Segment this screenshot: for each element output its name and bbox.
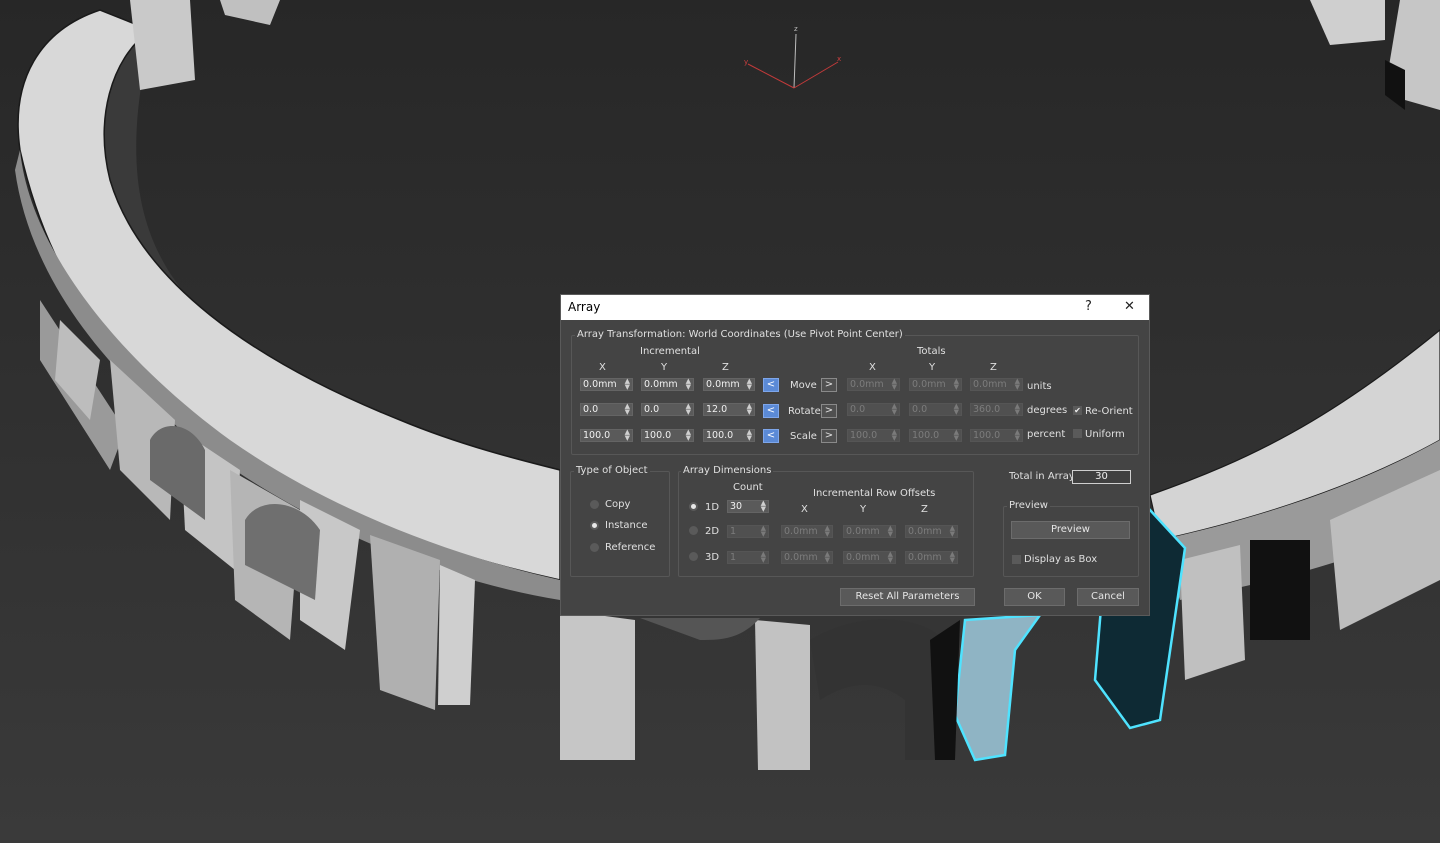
rotate-right-arrow-button[interactable]: > bbox=[821, 404, 837, 418]
rotate-tot-z: 360.0 ▲ ▼ bbox=[970, 403, 1023, 416]
preview-group-label: Preview bbox=[1007, 500, 1050, 511]
move-tot-y: 0.0mm ▲ ▼ bbox=[909, 378, 962, 391]
rotate-inc-y[interactable]: 0.0 ▲ ▼ bbox=[641, 403, 694, 416]
array-dimensions-label: Array Dimensions bbox=[681, 465, 774, 476]
instance-label: Instance bbox=[605, 520, 648, 531]
offset-2d-y: 0.0mm ▲ ▼ bbox=[843, 525, 896, 538]
reset-all-parameters-button[interactable]: Reset All Parameters bbox=[840, 588, 975, 606]
totals-label: Totals bbox=[917, 346, 946, 357]
tot-y-header: Y bbox=[929, 362, 936, 373]
count-2d-field: 1 ▲ ▼ bbox=[727, 525, 769, 538]
copy-radio[interactable] bbox=[590, 500, 599, 509]
scale-tot-x: 100.0 ▲ ▼ bbox=[847, 429, 900, 442]
inc-x-header: X bbox=[599, 362, 606, 373]
type-of-object-label: Type of Object bbox=[574, 465, 650, 476]
dialog-titlebar[interactable]: Array ? ✕ bbox=[561, 295, 1149, 320]
array-transformation-label: Array Transformation: World Coordinates … bbox=[575, 329, 905, 340]
offset-3d-y: 0.0mm ▲ ▼ bbox=[843, 551, 896, 564]
scale-inc-y[interactable]: 100.0 ▲ ▼ bbox=[641, 429, 694, 442]
move-inc-z[interactable]: 0.0mm ▲ ▼ bbox=[703, 378, 755, 391]
help-button[interactable]: ? bbox=[1085, 299, 1092, 314]
display-as-box-checkbox[interactable] bbox=[1012, 555, 1021, 564]
rotate-inc-z[interactable]: 12.0 ▲ ▼ bbox=[703, 403, 755, 416]
move-inc-y[interactable]: 0.0mm ▲ ▼ bbox=[641, 378, 694, 391]
axis-label-z: z bbox=[794, 25, 798, 33]
offset-y-header: Y bbox=[860, 504, 867, 515]
uniform-checkbox[interactable] bbox=[1073, 429, 1082, 438]
move-tot-x: 0.0mm ▲ ▼ bbox=[847, 378, 900, 391]
offset-z-header: Z bbox=[921, 504, 928, 515]
dim-3d-radio[interactable] bbox=[689, 552, 698, 561]
scale-unit-label: percent bbox=[1027, 429, 1066, 440]
move-left-arrow-button[interactable]: < bbox=[763, 378, 779, 392]
axis-label-y: y bbox=[744, 58, 748, 66]
offset-2d-x: 0.0mm ▲ ▼ bbox=[781, 525, 833, 538]
rotate-left-arrow-button[interactable]: < bbox=[763, 404, 779, 418]
dim-1d-radio[interactable] bbox=[689, 502, 698, 511]
count-3d-field: 1 ▲ ▼ bbox=[727, 551, 769, 564]
scale-label: Scale bbox=[790, 431, 817, 442]
offset-2d-z: 0.0mm ▲ ▼ bbox=[905, 525, 958, 538]
inc-y-header: Y bbox=[661, 362, 668, 373]
axis-label-x: x bbox=[837, 55, 841, 63]
close-icon[interactable]: ✕ bbox=[1124, 299, 1135, 314]
reorient-label: Re-Orient bbox=[1085, 406, 1133, 417]
total-in-array-field[interactable]: 30 bbox=[1072, 470, 1131, 484]
count-label: Count bbox=[733, 482, 763, 493]
incremental-label: Incremental bbox=[640, 346, 700, 357]
offset-3d-x: 0.0mm ▲ ▼ bbox=[781, 551, 833, 564]
move-inc-x[interactable]: 0.0mm ▲ ▼ bbox=[580, 378, 633, 391]
dim-2d-radio[interactable] bbox=[689, 526, 698, 535]
rotate-label: Rotate bbox=[788, 406, 821, 417]
dim-3d-label: 3D bbox=[705, 552, 720, 563]
tot-x-header: X bbox=[869, 362, 876, 373]
instance-radio[interactable] bbox=[590, 521, 599, 530]
display-as-box-label: Display as Box bbox=[1024, 554, 1098, 565]
reorient-checkbox[interactable]: ✔ bbox=[1073, 406, 1082, 415]
scale-inc-x[interactable]: 100.0 ▲ ▼ bbox=[580, 429, 633, 442]
offset-3d-z: 0.0mm ▲ ▼ bbox=[905, 551, 958, 564]
count-1d-field[interactable]: 30 ▲ ▼ bbox=[727, 500, 769, 513]
move-unit-label: units bbox=[1027, 381, 1052, 392]
dim-2d-label: 2D bbox=[705, 526, 720, 537]
move-tot-z: 0.0mm ▲ ▼ bbox=[970, 378, 1023, 391]
preview-group bbox=[1003, 506, 1139, 577]
incremental-row-offsets-label: Incremental Row Offsets bbox=[813, 488, 936, 499]
array-dialog: Array ? ✕ Array Transformation: World Co… bbox=[560, 294, 1150, 616]
scale-tot-y: 100.0 ▲ ▼ bbox=[909, 429, 962, 442]
rotate-tot-x: 0.0 ▲ ▼ bbox=[847, 403, 900, 416]
cancel-button[interactable]: Cancel bbox=[1077, 588, 1139, 606]
dim-1d-label: 1D bbox=[705, 502, 720, 513]
rotate-tot-y: 0.0 ▲ ▼ bbox=[909, 403, 962, 416]
dialog-title: Array bbox=[568, 300, 601, 314]
scale-left-arrow-button[interactable]: < bbox=[763, 429, 779, 443]
move-label: Move bbox=[790, 380, 817, 391]
copy-label: Copy bbox=[605, 499, 631, 510]
scale-right-arrow-button[interactable]: > bbox=[821, 429, 837, 443]
rotate-unit-label: degrees bbox=[1027, 405, 1068, 416]
inc-z-header: Z bbox=[722, 362, 729, 373]
scale-inc-z[interactable]: 100.0 ▲ ▼ bbox=[703, 429, 755, 442]
ok-button[interactable]: OK bbox=[1004, 588, 1065, 606]
scale-tot-z: 100.0 ▲ ▼ bbox=[970, 429, 1023, 442]
reference-label: Reference bbox=[605, 542, 656, 553]
tot-z-header: Z bbox=[990, 362, 997, 373]
uniform-label: Uniform bbox=[1085, 429, 1125, 440]
total-in-array-label: Total in Array: bbox=[1009, 471, 1078, 482]
reference-radio[interactable] bbox=[590, 543, 599, 552]
rotate-inc-x[interactable]: 0.0 ▲ ▼ bbox=[580, 403, 633, 416]
offset-x-header: X bbox=[801, 504, 808, 515]
move-right-arrow-button[interactable]: > bbox=[821, 378, 837, 392]
preview-button[interactable]: Preview bbox=[1011, 521, 1130, 539]
